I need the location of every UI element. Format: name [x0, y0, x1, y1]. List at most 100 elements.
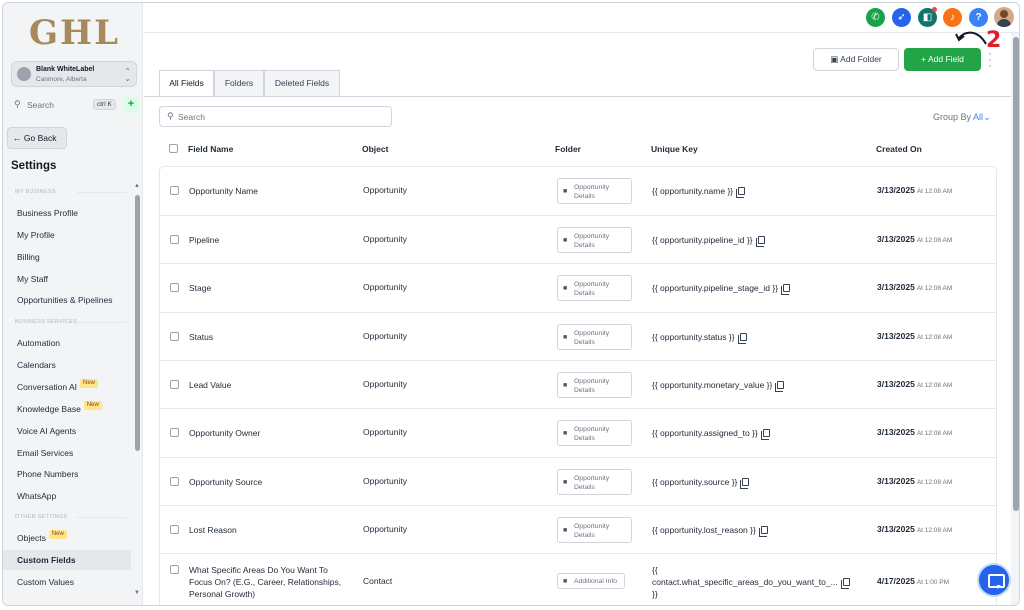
sidebar-item-my-profile[interactable]: My Profile	[3, 225, 131, 245]
fields-table: Opportunity Name Opportunity ■ Opportunit…	[159, 166, 997, 605]
created-time: At 12:08 AM	[916, 237, 953, 244]
copy-icon[interactable]	[840, 578, 850, 589]
created-on: 3/13/2025 At 12:08 AM	[877, 282, 952, 292]
table-row[interactable]: Stage Opportunity ■ Opportunity Details {…	[160, 264, 996, 313]
sidebar-item-business-profile[interactable]: Business Profile	[3, 203, 131, 223]
sidebar-item-opportunities-pipelines[interactable]: Opportunities & Pipelines	[3, 290, 131, 310]
folder-name: Opportunity Details	[574, 426, 610, 442]
folder-icon: ■	[563, 237, 568, 244]
table-row[interactable]: Opportunity Owner Opportunity ■ Opportuni…	[160, 409, 996, 458]
folder-chip[interactable]: ■ Opportunity Details	[557, 517, 632, 543]
copy-icon[interactable]	[775, 381, 785, 392]
row-checkbox[interactable]	[170, 186, 179, 195]
field-name: What Specific Areas Do You Want To Focus…	[189, 564, 349, 600]
sidebar-item-objects[interactable]: Objects New	[3, 528, 131, 548]
sidebar-search[interactable]: ⚲ Search ctrl K	[11, 97, 117, 114]
sidebar-item-email-services[interactable]: Email Services	[3, 443, 131, 463]
tab-deleted-fields[interactable]: Deleted Fields	[264, 70, 340, 96]
sidebar-item-conversation-ai[interactable]: Conversation AI New	[3, 377, 131, 397]
sidebar-item-whatsapp[interactable]: WhatsApp	[3, 486, 131, 506]
header-field-name[interactable]: Field Name	[188, 144, 233, 154]
row-checkbox[interactable]	[170, 525, 179, 534]
sidebar-item-billing[interactable]: Billing	[3, 247, 131, 267]
help-icon[interactable]: ?	[969, 8, 988, 27]
copy-icon[interactable]	[736, 187, 746, 198]
copy-icon[interactable]	[755, 236, 765, 247]
table-row[interactable]: Lead Value Opportunity ■ Opportunity Deta…	[160, 361, 996, 409]
table-row[interactable]: Opportunity Source Opportunity ■ Opportun…	[160, 458, 996, 506]
sidebar-item-calendars[interactable]: Calendars	[3, 355, 131, 375]
field-name: Lead Value	[189, 380, 232, 390]
account-switcher[interactable]: Blank WhiteLabel Canmore, Alberta ⌃ ⌄	[11, 61, 137, 87]
created-time: At 12:08 AM	[916, 382, 953, 389]
header-created-on[interactable]: Created On	[876, 144, 922, 154]
page-scrollbar[interactable]	[1013, 37, 1019, 511]
bell-icon[interactable]: ♪	[943, 8, 962, 27]
header-object[interactable]: Object	[362, 144, 388, 154]
unique-key-text: {{ opportunity.name }}	[652, 186, 734, 196]
table-row[interactable]: Status Opportunity ■ Opportunity Details …	[160, 313, 996, 361]
sidebar-item-custom-fields[interactable]: Custom Fields	[3, 550, 131, 570]
sidebar-item-automation[interactable]: Automation	[3, 333, 131, 353]
new-badge: New	[48, 530, 67, 539]
sidebar-item-phone-numbers[interactable]: Phone Numbers	[3, 464, 131, 484]
folder-chip[interactable]: ■ Opportunity Details	[557, 372, 632, 398]
folder-chip[interactable]: ■ Opportunity Details	[557, 324, 632, 350]
row-checkbox[interactable]	[170, 283, 179, 292]
row-checkbox[interactable]	[170, 380, 179, 389]
folder-chip[interactable]: ■ Opportunity Details	[557, 227, 632, 253]
created-time: At 12:08 AM	[916, 430, 953, 437]
tab-folders[interactable]: Folders	[214, 70, 264, 96]
go-back-button[interactable]: ← Go Back	[7, 127, 67, 149]
header-unique-key[interactable]: Unique Key	[651, 144, 698, 154]
row-checkbox[interactable]	[170, 477, 179, 486]
sidebar-scrollbar[interactable]	[135, 195, 140, 451]
folder-chip[interactable]: ■ Opportunity Details	[557, 469, 632, 495]
folder-chip[interactable]: ■ Opportunity Details	[557, 178, 632, 204]
row-checkbox[interactable]	[170, 332, 179, 341]
sidebar-item-knowledge-base[interactable]: Knowledge Base New	[3, 399, 131, 419]
chat-widget-icon[interactable]	[977, 563, 1011, 597]
created-on: 3/13/2025 At 12:08 AM	[877, 185, 952, 195]
add-field-button[interactable]: + Add Field	[904, 48, 981, 71]
created-on: 3/13/2025 At 12:08 AM	[877, 331, 952, 341]
scroll-down-icon[interactable]: ▼	[134, 590, 140, 596]
created-time: At 12:08 AM	[916, 188, 953, 195]
group-by-select[interactable]: Group By All⌄	[933, 112, 991, 123]
megaphone-icon[interactable]: ➶	[892, 8, 911, 27]
unique-key-line: }}	[652, 589, 658, 599]
table-row[interactable]: What Specific Areas Do You Want To Focus…	[160, 554, 996, 605]
scroll-up-icon[interactable]: ▲	[134, 183, 140, 189]
table-row[interactable]: Opportunity Name Opportunity ■ Opportunit…	[160, 167, 996, 216]
more-options-icon[interactable]: · · ·	[987, 49, 993, 72]
phone-icon[interactable]: ✆	[866, 8, 885, 27]
chevron-down-icon: ⌄	[983, 112, 991, 122]
folder-chip[interactable]: ■ Additional Info	[557, 573, 625, 589]
select-all-checkbox[interactable]	[169, 144, 178, 153]
copy-icon[interactable]	[740, 478, 750, 489]
user-avatar[interactable]	[994, 7, 1014, 27]
copy-icon[interactable]	[760, 429, 770, 440]
tab-all-fields[interactable]: All Fields	[159, 70, 214, 97]
folder-chip[interactable]: ■ Opportunity Details	[557, 420, 632, 446]
row-checkbox[interactable]	[170, 428, 179, 437]
row-checkbox[interactable]	[170, 235, 179, 244]
folder-chip[interactable]: ■ Opportunity Details	[557, 275, 632, 301]
row-checkbox[interactable]	[170, 565, 179, 574]
sidebar-item-custom-values[interactable]: Custom Values	[3, 572, 131, 592]
created-time: At 12:08 AM	[916, 527, 953, 534]
add-folder-button[interactable]: ▣ Add Folder	[813, 48, 899, 71]
field-name-line: What Specific Areas Do You Want To	[189, 565, 328, 575]
sidebar-item-voice-ai-agents[interactable]: Voice AI Agents	[3, 421, 131, 441]
copy-icon[interactable]	[758, 526, 768, 537]
header-folder[interactable]: Folder	[555, 144, 581, 154]
copy-icon[interactable]	[737, 333, 747, 344]
table-row[interactable]: Lost Reason Opportunity ■ Opportunity Det…	[160, 506, 996, 554]
folder-name: Opportunity Details	[574, 233, 610, 249]
table-row[interactable]: Pipeline Opportunity ■ Opportunity Detail…	[160, 216, 996, 264]
quick-add-button[interactable]: +	[123, 97, 139, 113]
search-field[interactable]: ⚲	[159, 106, 392, 127]
copy-icon[interactable]	[781, 284, 791, 295]
sidebar-item-my-staff[interactable]: My Staff	[3, 269, 131, 289]
search-input[interactable]	[178, 110, 378, 124]
